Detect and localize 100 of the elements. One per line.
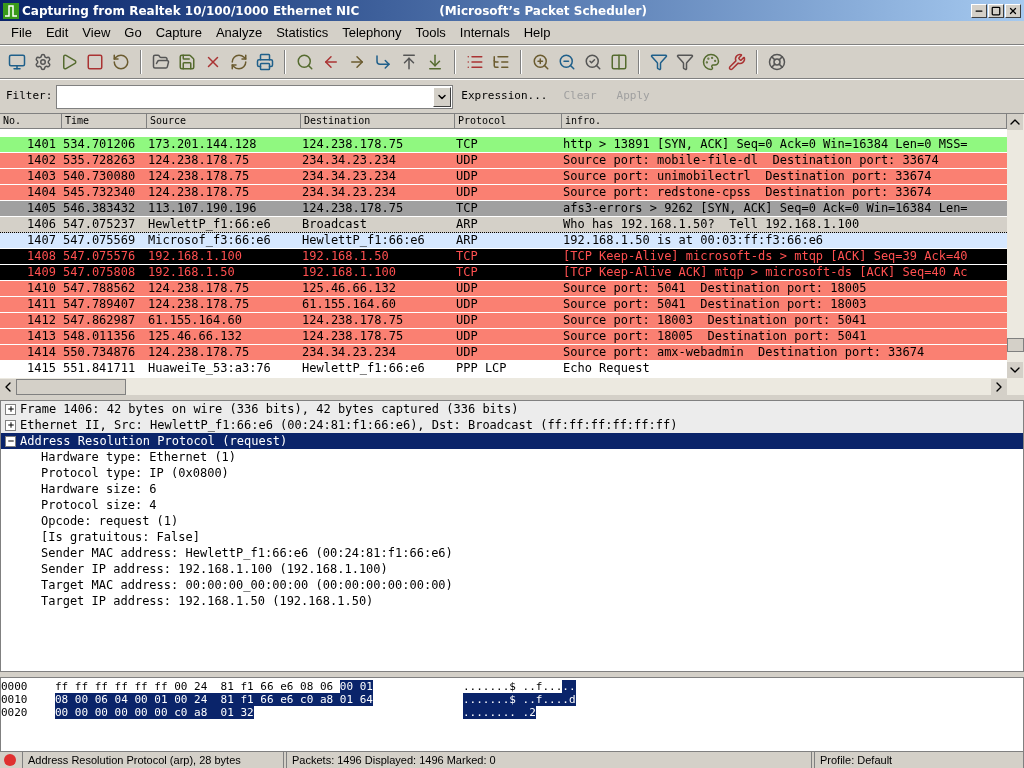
expand-icon[interactable] <box>5 403 16 415</box>
scrollbar-thumb[interactable] <box>1007 338 1024 352</box>
table-cell: 1409 <box>27 265 56 279</box>
table-cell: [TCP Keep-Alive ACK] mtqp > microsoft-ds [ACK] Seq=40 Ac <box>563 265 968 279</box>
table-cell: TCP <box>456 265 478 279</box>
tree-item[interactable]: Hardware size: 6 <box>1 481 1023 497</box>
packet-row[interactable]: 1410 547.788562 124.238.178.75 125.46.66.132 UDP Source port: 5041 Destination port: 18005 <box>0 281 1007 297</box>
menu-item[interactable]: Internals <box>452 22 517 43</box>
table-cell: ARP <box>456 217 478 231</box>
menu-item[interactable]: Capture <box>148 22 209 43</box>
collapse-icon[interactable] <box>5 435 16 447</box>
menu-item[interactable]: File <box>4 22 39 43</box>
table-cell: http > 13891 [SYN, ACK] Seq=0 Ack=0 Win=16384 Len=0 MSS= <box>563 137 968 151</box>
column-header[interactable]: Protocol <box>455 114 562 129</box>
table-cell: Source port: 18005 Destination port: 5041 <box>563 329 867 343</box>
table-cell: 540.730080 <box>63 169 136 183</box>
ascii-text: .......$ ..f... <box>463 680 563 693</box>
packet-row[interactable]: 1411 547.789407 124.238.178.75 61.155.164.60 UDP Source port: 5041 Destination port: 18003 <box>0 297 1007 313</box>
table-cell: 1406 <box>27 217 56 231</box>
column-header[interactable]: Destination <box>301 114 455 129</box>
status-text: Packets: 1496 Displayed: 1496 Marked: 0 <box>286 752 812 768</box>
table-cell: 1413 <box>27 329 56 343</box>
table-cell: 113.107.190.196 <box>148 201 257 215</box>
close-icon <box>1008 5 1018 16</box>
packet-row[interactable]: 1404 545.732340 124.238.178.75 234.34.23.234 UDP Source port: redstone-cpss Destination port: 33674 <box>0 185 1007 201</box>
table-cell: 234.34.23.234 <box>302 185 396 199</box>
table-cell: UDP <box>456 345 478 359</box>
packet-row[interactable]: 1401 534.701206 173.201.144.128 124.238.178.75 TCP http > 13891 [SYN, ACK] Seq=0 Ack=0 Win=16384 Len=0 MSS= <box>0 137 1007 153</box>
table-cell: HewlettP_f1:66:e6 <box>302 233 425 247</box>
status-text: Profile: Default <box>814 752 1024 768</box>
horizontal-scrollbar[interactable] <box>0 378 1024 395</box>
menu-item[interactable]: Go <box>117 22 149 43</box>
tree-item[interactable]: Target IP address: 192.168.1.50 (192.168.1.50) <box>1 593 1023 609</box>
maximize-icon <box>991 5 1001 16</box>
tree-item[interactable]: Target MAC address: 00:00:00_00:00:00 (00:00:00:00:00:00) <box>1 577 1023 593</box>
table-cell: 550.734876 <box>63 345 136 359</box>
packet-row[interactable]: 1414 550.734876 124.238.178.75 234.34.23.234 UDP Source port: amx-webadmin Destination port: 33674 <box>0 345 1007 361</box>
packet-row[interactable]: 1409 547.075808 192.168.1.50 192.168.1.100 TCP [TCP Keep-Alive ACK] mtqp > microsoft-ds [ACK] Seq=40 Ac <box>0 265 1007 281</box>
expand-icon[interactable] <box>5 419 16 431</box>
packet-row[interactable]: 1413 548.011356 125.46.66.132 124.238.178.75 UDP Source port: 18005 Destination port: 5041 <box>0 329 1007 345</box>
table-cell: UDP <box>456 185 478 199</box>
dropdown-button[interactable] <box>433 86 452 107</box>
tree-item[interactable]: [Is gratuitous: False] <box>1 529 1023 545</box>
minimize-button[interactable] <box>971 3 987 18</box>
table-cell: 547.789407 <box>63 297 136 311</box>
table-cell: 534.701206 <box>63 137 136 151</box>
tree-item[interactable]: Opcode: request (1) <box>1 513 1023 529</box>
close-button[interactable] <box>1005 3 1021 18</box>
packet-row[interactable]: 1412 547.862987 61.155.164.60 124.238.178.75 UDP Source port: 18003 Destination port: 5041 <box>0 313 1007 329</box>
table-cell: 125.46.66.132 <box>302 281 396 295</box>
menu-item[interactable]: Analyze <box>208 22 270 43</box>
vertical-scrollbar[interactable] <box>1007 114 1024 378</box>
tree-item[interactable]: Frame 1406: 42 bytes on wire (336 bits), 42 bytes captured (336 bits) <box>1 401 1023 417</box>
tree-item[interactable]: Ethernet II, Src: HewlettP_f1:66:e6 (00:24:81:f1:66:e6), Dst: Broadcast (ff:ff:ff:ff:ff:ff) <box>1 417 1023 433</box>
packet-row[interactable]: 1405 546.383432 113.107.190.196 124.238.178.75 TCP afs3-errors > 9262 [SYN, ACK] Seq=0 Ack=0 Win=16384 Len= <box>0 201 1007 217</box>
tree-item[interactable]: Sender MAC address: HewlettP_f1:66:e6 (00:24:81:f1:66:e6) <box>1 545 1023 561</box>
table-cell: HuaweiTe_53:a3:76 <box>148 361 271 375</box>
tree-item[interactable]: Hardware type: Ethernet (1) <box>1 449 1023 465</box>
table-cell: UDP <box>456 169 478 183</box>
table-cell: UDP <box>456 329 478 343</box>
table-cell: 61.155.164.60 <box>302 297 396 311</box>
tree-item[interactable]: Protocol type: IP (0x0800) <box>1 465 1023 481</box>
column-header[interactable]: Source <box>147 114 301 129</box>
table-cell: 173.201.144.128 <box>148 137 257 151</box>
hex-bytes: 08 00 06 04 00 01 00 24 81 f1 66 e6 c0 a8 01 64 <box>55 693 373 706</box>
maximize-button[interactable] <box>988 3 1004 18</box>
table-cell: UDP <box>456 153 478 167</box>
menu-item[interactable]: View <box>75 22 118 43</box>
menu-item[interactable]: Tools <box>408 22 453 43</box>
table-cell: Who has 192.168.1.50? Tell 192.168.1.100 <box>563 217 860 231</box>
column-header[interactable]: No. <box>0 114 62 129</box>
filter-field[interactable] <box>56 84 454 109</box>
packet-row[interactable]: 1407 547.075569 Microsof_f3:66:e6 HewlettP_f1:66:e6 ARP 192.168.1.50 is at 00:03:ff:f3:66:e6 <box>0 233 1007 249</box>
column-header[interactable]: infro. <box>562 114 1007 129</box>
status-text: Address Resolution Protocol (arp), 28 bytes <box>22 752 284 768</box>
menu-item[interactable]: Telephony <box>335 22 409 43</box>
tree-item[interactable]: Address Resolution Protocol (request) <box>1 433 1023 449</box>
table-cell: UDP <box>456 297 478 311</box>
table-cell: Source port: mobile-file-dl Destination port: 33674 <box>563 153 939 167</box>
tree-item[interactable]: Protocol size: 4 <box>1 497 1023 513</box>
menu-item[interactable]: Help <box>516 22 558 43</box>
table-cell: 1415 <box>27 361 56 375</box>
scrollbar-thumb[interactable] <box>16 378 126 395</box>
table-cell: 1404 <box>27 185 56 199</box>
packet-row[interactable]: 1408 547.075576 192.168.1.100 192.168.1.50 TCP [TCP Keep-Alive] microsoft-ds > mtqp [ACK] Seq=39 Ack=40 <box>0 249 1007 265</box>
table-cell: UDP <box>456 281 478 295</box>
packet-row[interactable]: 1402 535.728263 124.238.178.75 234.34.23.234 UDP Source port: mobile-file-dl Destination port: 33674 <box>0 153 1007 169</box>
menu-item[interactable]: Statistics <box>269 22 336 43</box>
column-header[interactable]: Time <box>62 114 147 129</box>
packet-row[interactable]: 1403 540.730080 124.238.178.75 234.34.23.234 UDP Source port: unimobilectrl Destination port: 33674 <box>0 169 1007 185</box>
table-cell: 1412 <box>27 313 56 327</box>
table-cell: 535.728263 <box>63 153 136 167</box>
table-cell: 1410 <box>27 281 56 295</box>
menu-item[interactable]: Edit <box>38 22 76 43</box>
packet-row[interactable]: 1406 547.075237 HewlettP_f1:66:e6 Broadcast ARP Who has 192.168.1.50? Tell 192.168.1.100 <box>0 217 1007 233</box>
tree-item[interactable]: Sender IP address: 192.168.1.100 (192.168.1.100) <box>1 561 1023 577</box>
table-cell: 124.238.178.75 <box>148 185 250 199</box>
table-cell: Echo Request <box>563 361 650 375</box>
expression-button[interactable]: Expression... <box>457 88 552 105</box>
table-cell: TCP <box>456 137 478 151</box>
